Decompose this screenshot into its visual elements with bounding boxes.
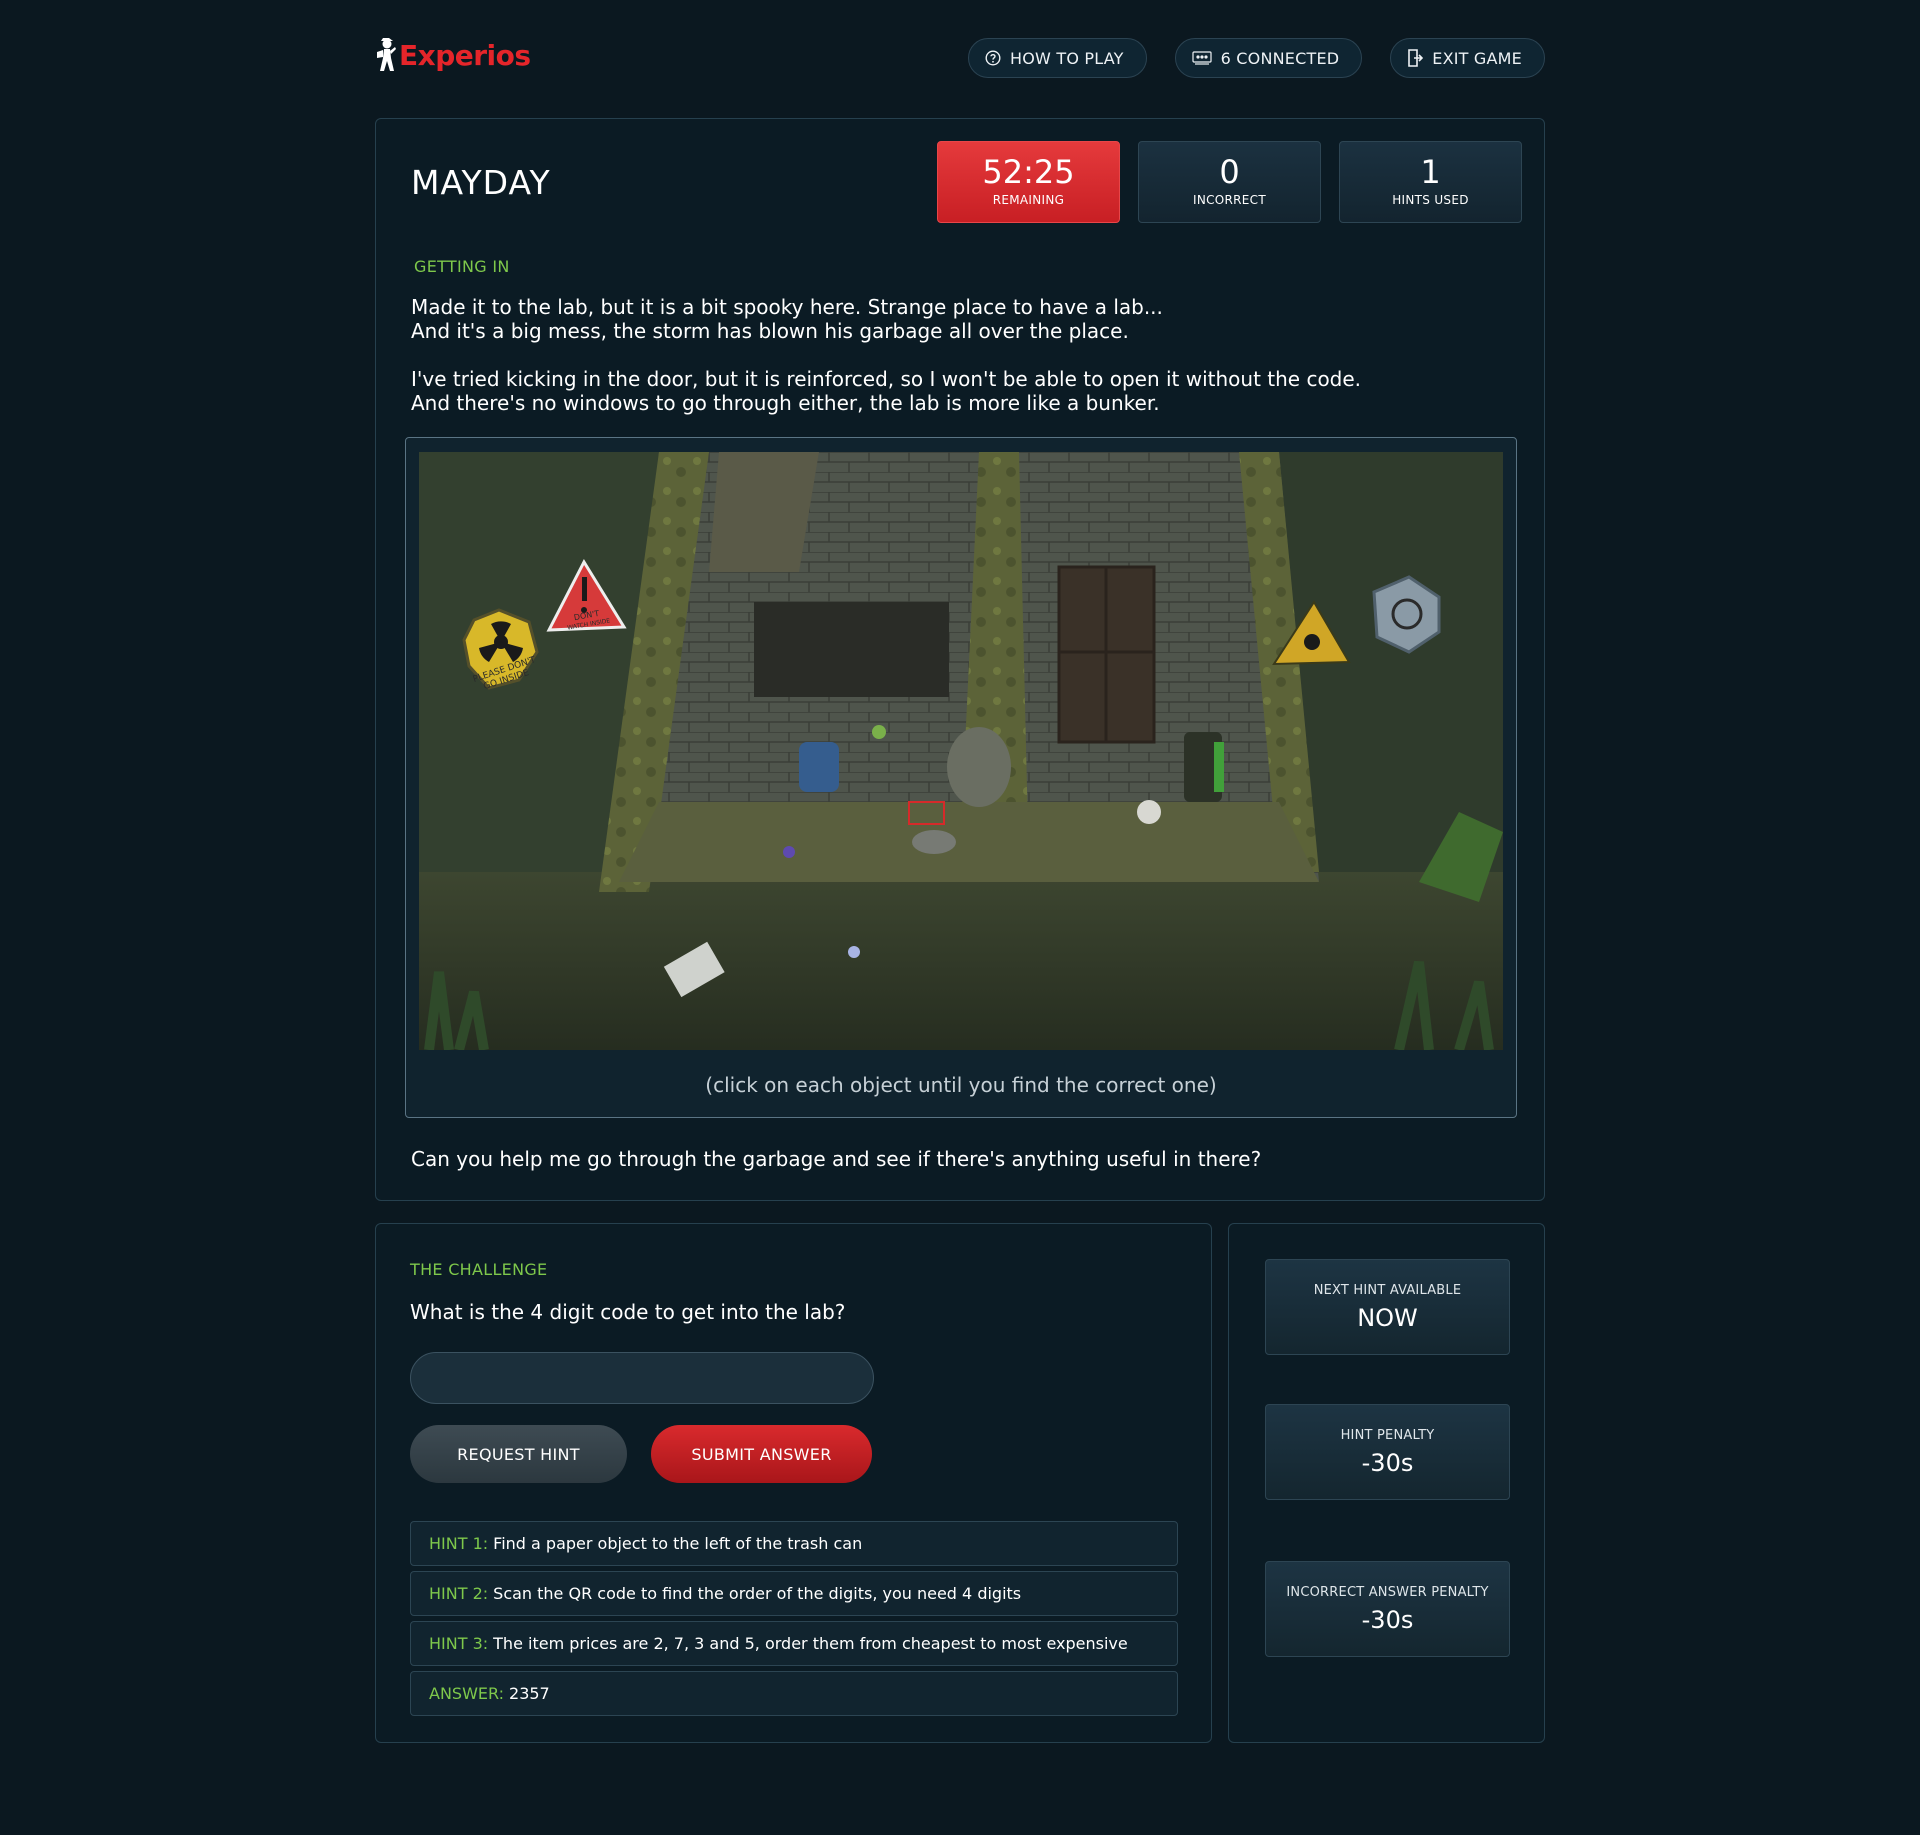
hint-info-panel: NEXT HINT AVAILABLE NOW HINT PENALTY -30… bbox=[1228, 1223, 1545, 1743]
hint-key: HINT 2: bbox=[429, 1584, 489, 1603]
next-hint-label: NEXT HINT AVAILABLE bbox=[1313, 1283, 1462, 1298]
exit-game-button[interactable]: EXIT GAME bbox=[1390, 38, 1545, 78]
hint-text: The item prices are 2, 7, 3 and 5, order… bbox=[493, 1634, 1128, 1653]
explorer-logo-icon bbox=[377, 38, 396, 71]
hint-key: HINT 3: bbox=[429, 1634, 489, 1653]
connected-count-label: 6 CONNECTED bbox=[1220, 48, 1340, 68]
story-line-4: And there's no windows to go through eit… bbox=[411, 391, 1160, 415]
paper-cup[interactable] bbox=[1137, 800, 1161, 824]
incorrect-label: INCORRECT bbox=[1192, 193, 1266, 207]
how-to-play-label: HOW TO PLAY bbox=[1010, 48, 1124, 68]
incorrect-penalty-label: INCORRECT ANSWER PENALTY bbox=[1286, 1585, 1489, 1600]
dark-opening bbox=[754, 602, 949, 697]
hint-penalty-value: -30s bbox=[1361, 1449, 1414, 1477]
incorrect-value: 0 bbox=[1219, 153, 1240, 191]
story-text: Made it to the lab, but it is a bit spoo… bbox=[411, 295, 1361, 415]
challenge-label: THE CHALLENGE bbox=[410, 1260, 548, 1279]
help-circle-icon bbox=[985, 50, 1001, 66]
answer-input[interactable] bbox=[410, 1352, 874, 1404]
scene-frame: PLEASE DON'T GO INSIDE DON'T WATCH INSID… bbox=[405, 437, 1517, 1118]
next-hint-card: NEXT HINT AVAILABLE NOW bbox=[1265, 1259, 1510, 1355]
request-hint-button[interactable]: REQUEST HINT bbox=[410, 1425, 627, 1483]
game-panel: MAYDAY 52:25 REMAINING 0 INCORRECT 1 HIN… bbox=[375, 118, 1545, 1201]
hint-row-3: HINT 3: The item prices are 2, 7, 3 and … bbox=[410, 1621, 1178, 1666]
incorrect-penalty-card: INCORRECT ANSWER PENALTY -30s bbox=[1265, 1561, 1510, 1657]
logo-text: Experios bbox=[399, 38, 531, 72]
small-bottle[interactable] bbox=[783, 846, 795, 858]
top-nav: HOW TO PLAY 6 CONNECTED EXIT GAME bbox=[968, 38, 1545, 78]
hint-key: HINT 1: bbox=[429, 1534, 489, 1553]
time-remaining-card: 52:25 REMAINING bbox=[937, 141, 1120, 223]
hint-text: Scan the QR code to find the order of th… bbox=[493, 1584, 1022, 1603]
hints-list: HINT 1: Find a paper object to the left … bbox=[410, 1521, 1178, 1721]
story-line-1: Made it to the lab, but it is a bit spoo… bbox=[411, 295, 1163, 319]
exit-door-icon bbox=[1408, 49, 1424, 67]
hint-row-1: HINT 1: Find a paper object to the left … bbox=[410, 1521, 1178, 1566]
hints-used-label: HINTS USED bbox=[1392, 193, 1469, 207]
answer-text: 2357 bbox=[509, 1684, 550, 1703]
image-caption: (click on each object until you find the… bbox=[705, 1073, 1217, 1097]
hint-penalty-card: HINT PENALTY -30s bbox=[1265, 1404, 1510, 1500]
how-to-play-button[interactable]: HOW TO PLAY bbox=[968, 38, 1147, 78]
hints-used-value: 1 bbox=[1420, 153, 1441, 191]
challenge-question: What is the 4 digit code to get into the… bbox=[410, 1300, 846, 1324]
stats-bar: 52:25 REMAINING 0 INCORRECT 1 HINTS USED bbox=[937, 141, 1522, 223]
hint-penalty-label: HINT PENALTY bbox=[1340, 1428, 1435, 1443]
hint-row-2: HINT 2: Scan the QR code to find the ord… bbox=[410, 1571, 1178, 1616]
next-hint-value: NOW bbox=[1357, 1304, 1418, 1332]
stage-label: GETTING IN bbox=[414, 257, 510, 276]
submit-answer-button[interactable]: SUBMIT ANSWER bbox=[651, 1425, 872, 1483]
top-bar: Experios HOW TO PLAY 6 CONNECTED EXIT GA… bbox=[375, 0, 1545, 112]
incorrect-penalty-value: -30s bbox=[1361, 1606, 1414, 1634]
logo[interactable]: Experios bbox=[375, 38, 531, 72]
story-line-2: And it's a big mess, the storm has blown… bbox=[411, 319, 1129, 343]
app-root: Experios HOW TO PLAY 6 CONNECTED EXIT GA… bbox=[375, 0, 1545, 1743]
story-question: Can you help me go through the garbage a… bbox=[411, 1147, 1262, 1171]
users-icon bbox=[1192, 51, 1212, 65]
barrel-stripe bbox=[1214, 742, 1224, 792]
hints-used-card: 1 HINTS USED bbox=[1339, 141, 1522, 223]
ground bbox=[419, 872, 1503, 1050]
connected-players-button[interactable]: 6 CONNECTED bbox=[1174, 38, 1363, 78]
hint-text: Find a paper object to the left of the t… bbox=[493, 1534, 863, 1553]
bunker-floor bbox=[619, 802, 1319, 882]
blue-trash-bag[interactable] bbox=[799, 742, 839, 792]
time-remaining-value: 52:25 bbox=[982, 153, 1075, 191]
answer-key: ANSWER: bbox=[429, 1684, 505, 1703]
purple-can[interactable] bbox=[848, 946, 860, 958]
metal-lid[interactable] bbox=[912, 830, 956, 854]
incorrect-card: 0 INCORRECT bbox=[1138, 141, 1321, 223]
answer-row: ANSWER: 2357 bbox=[410, 1671, 1178, 1716]
trash-can[interactable] bbox=[947, 727, 1011, 807]
story-line-3: I've tried kicking in the door, but it i… bbox=[411, 367, 1362, 391]
time-remaining-label: REMAINING bbox=[992, 193, 1065, 207]
challenge-panel: THE CHALLENGE What is the 4 digit code t… bbox=[375, 1223, 1212, 1743]
green-ball[interactable] bbox=[872, 725, 886, 739]
bunker-scene[interactable]: PLEASE DON'T GO INSIDE DON'T WATCH INSID… bbox=[419, 452, 1503, 1050]
exit-game-label: EXIT GAME bbox=[1432, 48, 1522, 68]
game-title: MAYDAY bbox=[411, 163, 551, 202]
